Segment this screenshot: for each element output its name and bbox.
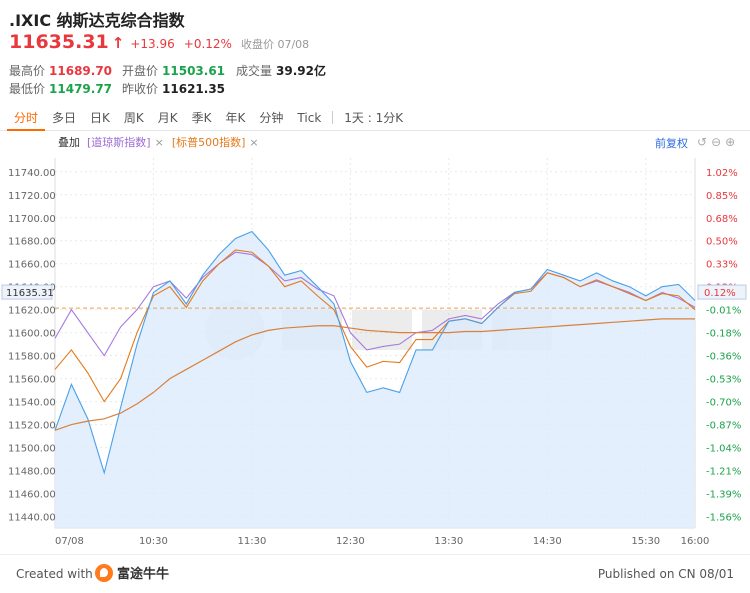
tab-weekly-k[interactable]: 周K (117, 105, 151, 131)
stat-volume: 成交量 39.92亿 (236, 62, 326, 79)
overlay-tag-sp500[interactable]: [标普500指数] (172, 134, 246, 150)
stat-low: 最低价 11479.77 (9, 80, 112, 97)
x-tick-label: 14:30 (533, 536, 562, 547)
close-icon[interactable]: × (155, 136, 164, 149)
stat-label: 成交量 (236, 64, 273, 78)
tab-monthly-k[interactable]: 月K (151, 105, 185, 131)
y-tick-label: 11660.00 (8, 260, 56, 271)
stat-value: 11479.77 (49, 82, 113, 96)
created-with-label: Created with (16, 567, 93, 581)
chart-controls: ↺⊖⊕ (697, 135, 739, 149)
footer: Created with 富途牛牛 Published on CN 08/01 (0, 554, 750, 592)
pct-tick-label: 0.85% (706, 191, 738, 202)
brand-name: 富途牛牛 (117, 567, 170, 582)
pct-tick-label: -1.56% (706, 513, 741, 524)
x-tick-label: 16:00 (681, 536, 710, 547)
stat-label: 开盘价 (122, 64, 159, 78)
tab-daily-k[interactable]: 日K (83, 105, 117, 131)
y-tick-label: 11440.00 (8, 513, 56, 524)
x-tick-label: 10:30 (139, 536, 168, 547)
stat-high: 最高价 11689.70 (9, 62, 112, 79)
y-tick-label: 11500.00 (8, 444, 56, 455)
reset-icon[interactable]: ↺ (697, 135, 711, 149)
tab-quarterly-k[interactable]: 季K (185, 105, 219, 131)
pct-tick-label: -0.70% (706, 398, 741, 409)
restore-adjust-button[interactable]: 前复权 (655, 135, 688, 151)
y-tick-label: 11740.00 (8, 168, 56, 179)
y-tick-label: 11700.00 (8, 214, 56, 225)
stat-value: 11621.35 (162, 82, 226, 96)
y-tick-label: 11520.00 (8, 421, 56, 432)
overlay-bar: 叠加 [道琼斯指数] × [标普500指数] × (0, 132, 750, 152)
stat-label: 昨收价 (122, 82, 159, 96)
pct-tick-label: -0.87% (706, 421, 741, 432)
y-tick-label: 11540.00 (8, 398, 56, 409)
published-label: Published on CN 08/01 (597, 567, 734, 581)
stat-label: 最高价 (9, 64, 46, 78)
price-row: 11635.31 ↑ +13.96 +0.12% 收盘价 07/08 (9, 31, 309, 53)
zoom-in-icon[interactable]: ⊕ (725, 135, 739, 149)
x-tick-label: 11:30 (238, 536, 267, 547)
stat-value: 11689.70 (49, 64, 113, 78)
stat-open: 开盘价 11503.61 (122, 62, 225, 79)
y-tick-label: 11560.00 (8, 375, 56, 386)
pct-tick-label: 0.68% (706, 214, 738, 225)
x-tick-label: 13:30 (434, 536, 463, 547)
tab-yearly-k[interactable]: 年K (219, 105, 253, 131)
y-tick-label: 11620.00 (8, 306, 56, 317)
stat-value: 39.92亿 (276, 64, 326, 78)
pct-tick-label: -0.36% (706, 352, 741, 363)
x-tick-label: 07/08 (55, 536, 84, 547)
y-tick-label: 11580.00 (8, 352, 56, 363)
close-icon[interactable]: × (249, 136, 258, 149)
pct-tick-label: -1.04% (706, 444, 741, 455)
current-price: 11635.31 (9, 31, 109, 53)
pct-tick-label: 1.02% (706, 168, 738, 179)
current-pct-label: 0.12% (704, 288, 736, 299)
pct-tick-label: -1.21% (706, 467, 741, 478)
page-title: .IXIC 纳斯达克综合指数 (9, 11, 185, 30)
stat-prev-close: 昨收价 11621.35 (122, 80, 225, 97)
up-arrow-icon: ↑ (111, 34, 125, 52)
pct-tick-label: -0.18% (706, 329, 741, 340)
overlay-tag-dow[interactable]: [道琼斯指数] (87, 134, 151, 150)
overlay-label: 叠加 (58, 136, 80, 149)
close-date-label: 收盘价 07/08 (240, 38, 310, 51)
futu-logo-icon (95, 563, 113, 582)
y-tick-label: 11460.00 (8, 490, 56, 501)
y-tick-label: 11680.00 (8, 237, 56, 248)
price-change: +13.96 (130, 37, 175, 51)
pct-tick-label: -1.39% (706, 490, 741, 501)
tab-multi-day[interactable]: 多日 (45, 105, 83, 131)
pct-tick-label: 0.33% (706, 260, 738, 271)
pct-tick-label: 0.50% (706, 237, 738, 248)
pct-tick-label: -0.01% (706, 306, 741, 317)
stat-label: 最低价 (9, 82, 46, 96)
y-tick-label: 11600.00 (8, 329, 56, 340)
tab-minute[interactable]: 分钟 (252, 105, 290, 131)
tab-period-selector[interactable]: 1天 : 1分K (337, 105, 410, 131)
y-tick-label: 11720.00 (8, 191, 56, 202)
brand-logo: 富途牛牛 (95, 563, 169, 582)
x-tick-label: 15:30 (631, 536, 660, 547)
pct-tick-label: -0.53% (706, 375, 741, 386)
tab-intraday[interactable]: 分时 (7, 105, 46, 131)
stat-value: 11503.61 (162, 64, 226, 78)
chart-marks (54, 230, 696, 528)
period-tabs: 分时 多日 日K 周K 月K 季K 年K 分钟 Tick 1天 : 1分K (0, 105, 750, 131)
tab-divider (332, 111, 334, 124)
intraday-chart[interactable]: 11740.00 1.02% 11720.00 0.85% 11700.00 0.68% 1… (0, 150, 750, 550)
y-tick-label: 11480.00 (8, 467, 56, 478)
current-price-label: 11635.31 (6, 288, 54, 299)
ixic-area (55, 231, 695, 528)
price-change-pct: +0.12% (183, 37, 232, 51)
x-tick-label: 12:30 (336, 536, 365, 547)
tab-tick[interactable]: Tick (290, 105, 328, 131)
zoom-out-icon[interactable]: ⊖ (711, 135, 725, 149)
